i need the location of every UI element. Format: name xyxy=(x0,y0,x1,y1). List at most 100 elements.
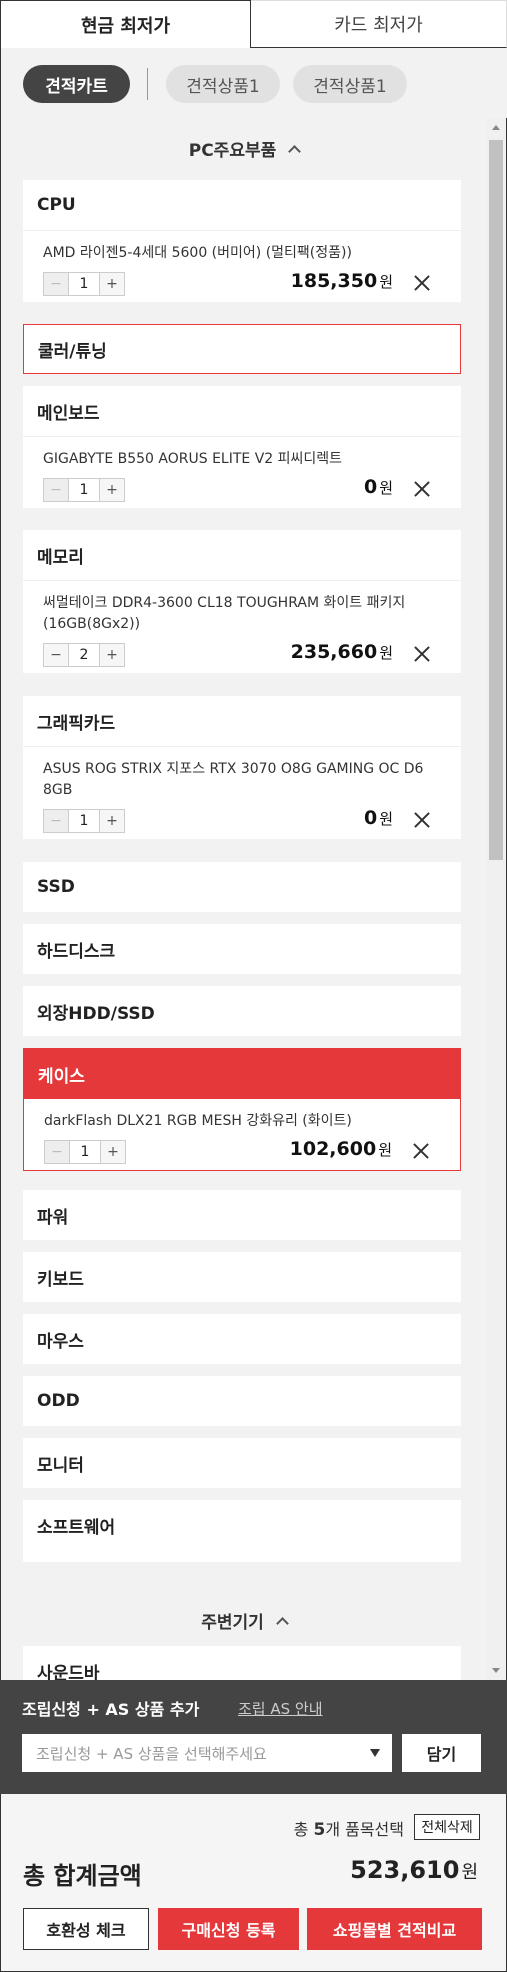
total-label: 총 합계금액 xyxy=(23,1862,142,1890)
cart-tab-2[interactable]: 견적상품1 xyxy=(166,65,280,103)
clear-all-button[interactable]: 전체삭제 xyxy=(414,1814,480,1840)
scroll-up-icon[interactable] xyxy=(492,125,500,130)
close-icon[interactable] xyxy=(410,1140,432,1162)
quantity-stepper: −2 + xyxy=(43,643,125,667)
section-title: PC주요부품 xyxy=(188,140,277,161)
qty-plus-button[interactable]: + xyxy=(100,810,124,832)
chevron-up-icon xyxy=(288,144,302,158)
as-title: 조립신청 + AS 상품 추가 xyxy=(22,1700,200,1719)
tab-cash-lowest[interactable]: 현금 최저가 xyxy=(0,0,251,48)
item-price: 102,600 원 xyxy=(290,1138,392,1160)
qty-value[interactable]: 1 xyxy=(68,479,100,501)
tab-card-lowest[interactable]: 카드 최저가 xyxy=(251,0,507,48)
estimate-panel: 현금 최저가 카드 최저가 견적카트 견적상품1 견적상품1 PC주요부품 CP… xyxy=(0,0,507,1972)
qty-minus-button[interactable]: − xyxy=(44,479,68,501)
compare-shops-button[interactable]: 쇼핑몰별 견적비교 xyxy=(307,1908,482,1950)
qty-minus-button[interactable]: − xyxy=(44,810,68,832)
qty-minus-button[interactable]: − xyxy=(45,1141,69,1163)
chevron-up-icon xyxy=(275,1616,289,1630)
category-external-storage: 외장HDD/SSD xyxy=(23,986,461,1036)
section-pc-main[interactable]: PC주요부품 xyxy=(1,118,487,178)
category-software: 소프트웨어 xyxy=(23,1500,461,1562)
category-mouse: 마우스 xyxy=(23,1314,461,1364)
category-title[interactable]: 그래픽카드 xyxy=(23,696,461,746)
item-name[interactable]: AMD 라이젠5-4세대 5600 (버미어) (멀티팩(정품)) xyxy=(43,243,441,264)
price-value: 102,600 xyxy=(289,1138,377,1160)
price-value: 0 xyxy=(363,807,378,829)
quantity-stepper: −1 + xyxy=(44,1140,126,1164)
category-keyboard: 키보드 xyxy=(23,1252,461,1302)
currency: 원 xyxy=(379,273,393,291)
currency: 원 xyxy=(378,1141,392,1159)
cart-item: ASUS ROG STRIX 지포스 RTX 3070 O8G GAMING O… xyxy=(23,746,461,839)
qty-plus-button[interactable]: + xyxy=(100,479,124,501)
close-icon[interactable] xyxy=(411,478,433,500)
qty-value[interactable]: 1 xyxy=(68,273,100,295)
category-cooler: 쿨러/튜닝 xyxy=(23,324,461,374)
count-suffix: 개 품목선택 xyxy=(325,1820,404,1839)
qty-value[interactable]: 2 xyxy=(68,644,100,666)
quantity-stepper: −1 + xyxy=(43,272,125,296)
item-name[interactable]: darkFlash DLX21 RGB MESH 강화유리 (화이트) xyxy=(44,1111,440,1132)
parts-list[interactable]: PC주요부품 CPU AMD 라이젠5-4세대 5600 (버미어) (멀티팩(… xyxy=(0,118,507,1680)
compatibility-check-button[interactable]: 호환성 체크 xyxy=(23,1908,149,1950)
cart-item: AMD 라이젠5-4세대 5600 (버미어) (멀티팩(정품)) −1 + 18… xyxy=(23,230,461,302)
qty-plus-button[interactable]: + xyxy=(101,1141,125,1163)
category-title[interactable]: SSD xyxy=(23,862,461,912)
category-case: 케이스 darkFlash DLX21 RGB MESH 강화유리 (화이트) … xyxy=(23,1048,461,1171)
category-title[interactable]: 하드디스크 xyxy=(23,924,461,974)
close-icon[interactable] xyxy=(411,643,433,665)
price-value: 235,660 xyxy=(290,641,378,663)
add-as-button[interactable]: 담기 xyxy=(402,1734,481,1772)
category-title[interactable]: 파워 xyxy=(23,1190,461,1240)
category-title[interactable]: 마우스 xyxy=(23,1314,461,1364)
cart-item: darkFlash DLX21 RGB MESH 강화유리 (화이트) −1 + … xyxy=(24,1099,460,1170)
item-count: 총 5개 품목선택 xyxy=(294,1816,404,1840)
price-tabs: 현금 최저가 카드 최저가 xyxy=(0,0,507,48)
count-value: 5 xyxy=(313,1820,326,1840)
category-title[interactable]: ODD xyxy=(23,1376,461,1426)
cart-tab-active[interactable]: 견적카트 xyxy=(23,65,130,103)
category-title[interactable]: 소프트웨어 xyxy=(23,1500,461,1550)
category-title[interactable]: 사운드바 xyxy=(23,1646,461,1681)
qty-plus-button[interactable]: + xyxy=(100,273,124,295)
qty-minus-button[interactable]: − xyxy=(44,273,68,295)
divider xyxy=(147,68,148,100)
scrollbar-thumb[interactable] xyxy=(489,140,503,860)
category-power: 파워 xyxy=(23,1190,461,1240)
category-title[interactable]: 키보드 xyxy=(23,1252,461,1302)
item-name[interactable]: ASUS ROG STRIX 지포스 RTX 3070 O8G GAMING O… xyxy=(43,759,441,801)
currency: 원 xyxy=(461,1862,478,1883)
cart-item: 써멀테이크 DDR4-3600 CL18 TOUGHRAM 화이트 패키지 (1… xyxy=(23,580,461,673)
qty-minus-button[interactable]: − xyxy=(44,644,68,666)
category-mainboard: 메인보드 GIGABYTE B550 AORUS ELITE V2 피씨디렉트 … xyxy=(23,386,461,508)
category-gpu: 그래픽카드 ASUS ROG STRIX 지포스 RTX 3070 O8G GA… xyxy=(23,696,461,839)
count-prefix: 총 xyxy=(293,1820,314,1839)
section-title: 주변기기 xyxy=(201,1612,264,1633)
as-guide-link[interactable]: 조립 AS 안내 xyxy=(238,1698,323,1719)
category-title[interactable]: 모니터 xyxy=(23,1438,461,1488)
qty-plus-button[interactable]: + xyxy=(100,644,124,666)
item-price: 0원 xyxy=(364,476,393,498)
scrollbar[interactable] xyxy=(486,118,506,1680)
category-title[interactable]: 메모리 xyxy=(23,530,461,580)
scroll-down-icon[interactable] xyxy=(492,1668,500,1673)
as-product-select[interactable]: 조립신청 + AS 상품을 선택해주세요 xyxy=(22,1734,392,1772)
currency: 원 xyxy=(379,479,393,497)
category-title[interactable]: 외장HDD/SSD xyxy=(23,986,461,1036)
item-name[interactable]: GIGABYTE B550 AORUS ELITE V2 피씨디렉트 xyxy=(43,449,441,470)
item-name[interactable]: 써멀테이크 DDR4-3600 CL18 TOUGHRAM 화이트 패키지 (1… xyxy=(43,593,441,635)
category-title[interactable]: 쿨러/튜닝 xyxy=(24,325,460,373)
qty-value[interactable]: 1 xyxy=(69,1141,101,1163)
category-soundbar: 사운드바 xyxy=(23,1646,461,1680)
category-title[interactable]: 케이스 xyxy=(24,1049,460,1099)
cart-tab-3[interactable]: 견적상품1 xyxy=(293,65,407,103)
close-icon[interactable] xyxy=(411,272,433,294)
category-title[interactable]: CPU xyxy=(23,180,461,230)
close-icon[interactable] xyxy=(411,809,433,831)
quantity-stepper: −1 + xyxy=(43,478,125,502)
category-cpu: CPU AMD 라이젠5-4세대 5600 (버미어) (멀티팩(정품)) −1… xyxy=(23,180,461,302)
qty-value[interactable]: 1 xyxy=(68,810,100,832)
purchase-request-button[interactable]: 구매신청 등록 xyxy=(158,1908,299,1950)
category-title[interactable]: 메인보드 xyxy=(23,386,461,436)
